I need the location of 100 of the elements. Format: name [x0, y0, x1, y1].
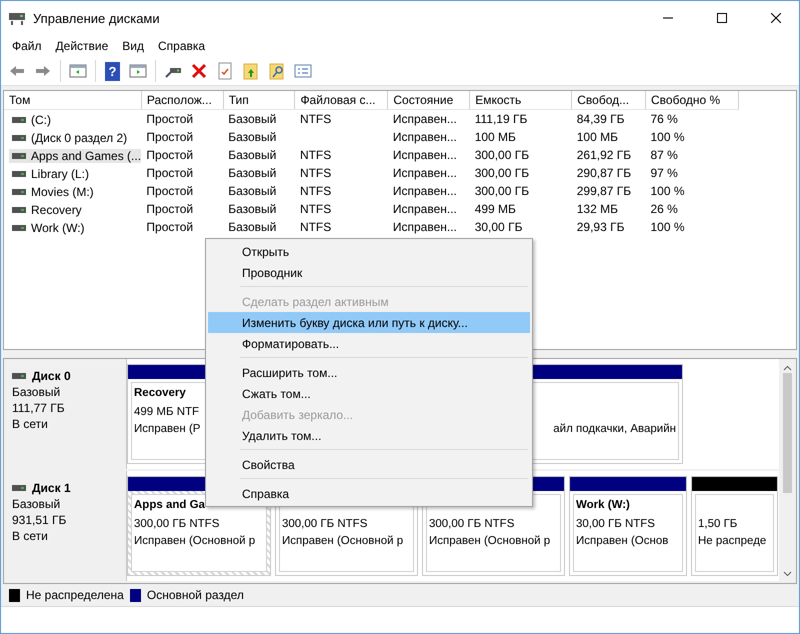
- column-header[interactable]: Располож...: [141, 91, 224, 110]
- partition-status: Исправен (Р: [134, 423, 200, 435]
- table-cell: 300,00 ГБ: [474, 184, 530, 198]
- table-cell: NTFS: [300, 166, 332, 180]
- partition-size: 30,00 ГБ NTFS: [576, 518, 655, 530]
- partition-title: Work (W:): [576, 499, 630, 513]
- table-cell: 100 %: [650, 184, 685, 198]
- table-cell: 100 МБ: [576, 130, 618, 144]
- table-cell: 100 МБ: [474, 130, 516, 144]
- partition[interactable]: Work (W:) 30,00 ГБ NTFS Исправен (Основ: [569, 476, 687, 576]
- partition-status: Не распреде: [698, 535, 766, 547]
- partition-size: 1,50 ГБ: [698, 518, 738, 530]
- disk-status: В сети: [12, 417, 49, 431]
- partition-size: 300,00 ГБ NTFS: [134, 518, 220, 530]
- partition[interactable]: 1,50 ГБ Не распреде: [691, 476, 778, 576]
- column-header[interactable]: Свободно %: [645, 91, 738, 110]
- disk-type: Базовый: [12, 497, 62, 511]
- close-icon[interactable]: [771, 13, 781, 23]
- scroll-down-icon[interactable]: [783, 571, 792, 577]
- table-cell: Базовый: [228, 220, 276, 234]
- table-cell: 26 %: [650, 202, 678, 216]
- drive-icon: [12, 152, 26, 158]
- table-cell: NTFS: [300, 184, 332, 198]
- table-cell: 29,93 ГБ: [576, 220, 624, 234]
- context-menu-item[interactable]: Открыть: [208, 241, 530, 262]
- table-cell: Простой: [146, 166, 194, 180]
- column-header[interactable]: Емкость: [470, 91, 572, 110]
- table-cell: Простой: [146, 130, 194, 144]
- table-cell: NTFS: [300, 148, 332, 162]
- partition-title: Apps and Ga: [134, 499, 205, 513]
- maximize-icon[interactable]: [717, 13, 727, 23]
- table-cell: Базовый: [228, 202, 276, 216]
- table-cell: Базовый: [228, 166, 276, 180]
- table-cell: Исправен...: [392, 184, 457, 198]
- table-cell: Базовый: [228, 184, 276, 198]
- disk-management-icon: [9, 11, 25, 25]
- volume-name[interactable]: (C:): [31, 112, 51, 126]
- table-cell: NTFS: [300, 202, 332, 216]
- table-cell: Простой: [146, 220, 194, 234]
- partition-status: айл подкачки, Аварийн: [553, 423, 676, 435]
- help-button[interactable]: ?: [105, 62, 120, 80]
- disk-name: Диск 1: [32, 481, 71, 495]
- column-header[interactable]: Свобод...: [572, 91, 646, 110]
- table-cell: Базовый: [228, 130, 276, 144]
- partition-status: Исправен (Основной р: [282, 535, 404, 547]
- drive-icon: [12, 485, 26, 491]
- table-cell: Простой: [146, 148, 194, 162]
- table-cell: 76 %: [650, 112, 678, 126]
- drive-icon: [12, 206, 26, 212]
- volume-name[interactable]: Work (W:): [31, 220, 85, 234]
- table-cell: Исправен...: [392, 148, 457, 162]
- table-cell: 30,00 ГБ: [474, 220, 522, 234]
- legend-label: Основной раздел: [146, 588, 244, 602]
- column-header[interactable]: Тип: [223, 91, 295, 110]
- table-cell: Исправен...: [392, 166, 457, 180]
- table-cell: Базовый: [228, 148, 276, 162]
- drive-icon: [12, 134, 26, 140]
- partition-status: Исправен (Основ: [576, 535, 668, 547]
- context-menu-item[interactable]: Форматировать...: [208, 333, 530, 354]
- volume-name[interactable]: Movies (M:): [31, 184, 94, 198]
- table-cell: 261,92 ГБ: [576, 148, 632, 162]
- table-cell: Исправен...: [392, 202, 457, 216]
- window-title: Управление дисками: [33, 10, 161, 26]
- scrollbar-thumb[interactable]: [783, 373, 792, 493]
- table-cell: 84,39 ГБ: [576, 112, 624, 126]
- table-cell: Простой: [146, 112, 194, 126]
- table-cell: 87 %: [650, 148, 678, 162]
- column-header[interactable]: Состояние: [388, 91, 470, 110]
- menu-item[interactable]: Справка: [151, 37, 212, 55]
- table-cell: 111,19 ГБ: [474, 112, 528, 126]
- menu-item[interactable]: Действие: [48, 37, 116, 55]
- menu-item[interactable]: Файл: [5, 37, 49, 55]
- volume-name[interactable]: Library (L:): [31, 166, 90, 180]
- table-cell: NTFS: [300, 220, 332, 234]
- table-cell: 132 МБ: [576, 202, 618, 216]
- volume-name[interactable]: (Диск 0 раздел 2): [31, 130, 128, 144]
- partition-status: Исправен (Основной р: [134, 535, 256, 547]
- table-cell: 100 %: [650, 130, 685, 144]
- column-header[interactable]: Том: [4, 91, 142, 110]
- disk-size: 931,51 ГБ: [12, 513, 68, 527]
- disk-type: Базовый: [12, 385, 62, 399]
- table-cell: Базовый: [228, 112, 276, 126]
- disk-name: Диск 0: [32, 369, 71, 383]
- menu-item[interactable]: Вид: [115, 37, 151, 55]
- table-cell: NTFS: [300, 112, 332, 126]
- drive-icon: [12, 170, 26, 176]
- context-menu-item[interactable]: Изменить букву диска или путь к диску...: [208, 312, 530, 333]
- scroll-up-icon[interactable]: [783, 365, 792, 371]
- table-cell: 300,00 ГБ: [474, 148, 530, 162]
- table-cell: Простой: [146, 184, 194, 198]
- drive-icon: [12, 224, 26, 230]
- volume-name[interactable]: Recovery: [31, 202, 82, 216]
- disk-status: В сети: [12, 529, 49, 543]
- table-cell: Исправен...: [392, 112, 457, 126]
- drive-icon: [12, 116, 26, 122]
- disk-size: 111,77 ГБ: [12, 401, 66, 415]
- context-menu-item[interactable]: Проводник: [208, 262, 530, 283]
- partition-status: Исправен (Основной р: [429, 535, 550, 547]
- column-header[interactable]: Файловая с...: [294, 91, 388, 110]
- table-cell: 300,00 ГБ: [474, 166, 530, 180]
